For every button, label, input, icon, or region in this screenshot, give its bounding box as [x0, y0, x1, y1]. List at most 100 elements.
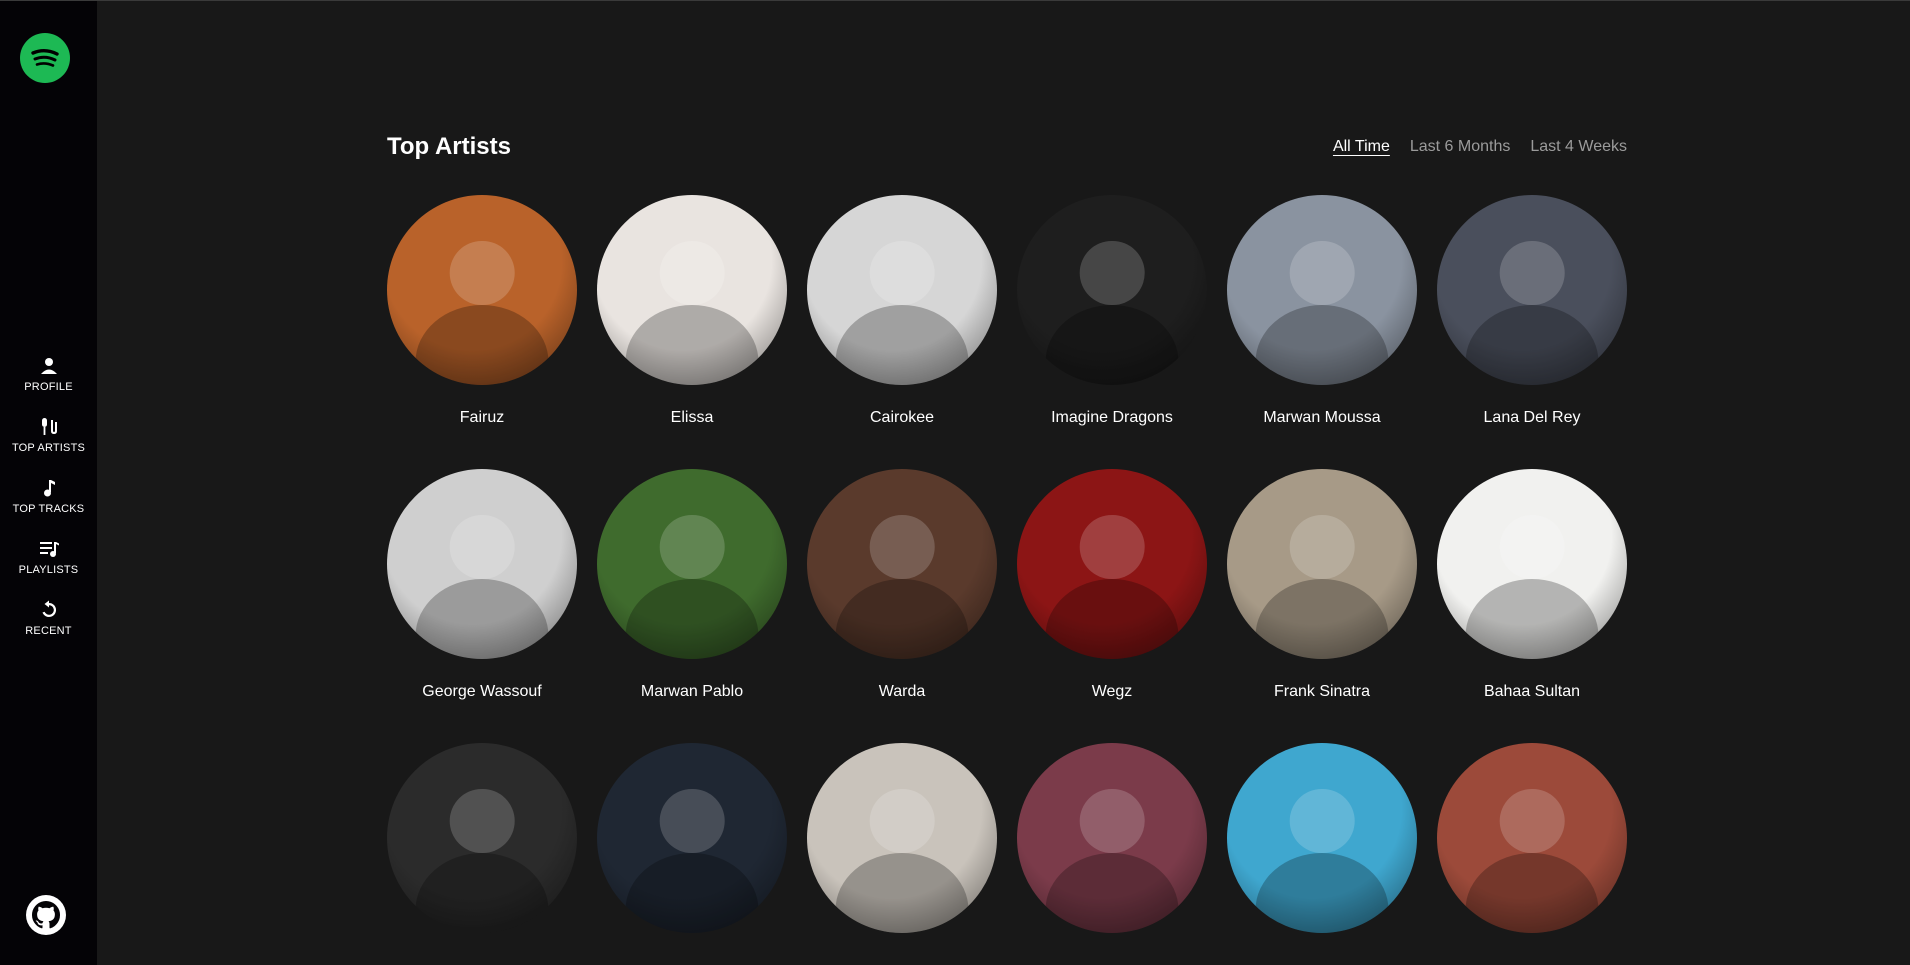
artist-silhouette-body	[625, 579, 759, 659]
artist-image	[1437, 469, 1627, 659]
artist-silhouette-body	[835, 579, 969, 659]
spotify-logo-icon[interactable]	[20, 33, 70, 83]
artist-name: Marwan Moussa	[1263, 409, 1381, 426]
artist-image	[1017, 469, 1207, 659]
artist-card[interactable]	[1437, 743, 1627, 957]
artist-name: Marwan Pablo	[640, 683, 744, 700]
artist-card[interactable]	[1227, 743, 1417, 957]
artist-silhouette-head	[1499, 788, 1565, 854]
artist-card[interactable]	[597, 743, 787, 957]
range-all-time-button[interactable]: All Time	[1333, 138, 1390, 156]
page-title: Top Artists	[387, 133, 511, 160]
spotify-waves-icon	[31, 49, 59, 67]
artist-silhouette-body	[1465, 853, 1599, 933]
artist-silhouette-head	[1079, 240, 1145, 306]
artist-silhouette-body	[1255, 305, 1389, 385]
artist-image	[387, 195, 577, 385]
artist-image	[1017, 195, 1207, 385]
artist-silhouette-head	[869, 240, 935, 306]
artist-name: Wegz	[1091, 683, 1133, 700]
artist-silhouette-head	[659, 514, 725, 580]
artist-image	[597, 469, 787, 659]
page-header: Top Artists All Time Last 6 Months Last …	[387, 131, 1627, 163]
range-last-6-months-button[interactable]: Last 6 Months	[1410, 138, 1511, 156]
user-icon	[40, 358, 57, 374]
sidebar: PROFILE TOP ARTISTS TOP TRACKS PLAYLISTS…	[0, 1, 97, 965]
artist-silhouette-body	[1255, 579, 1389, 659]
artist-silhouette-body	[1045, 579, 1179, 659]
artist-silhouette-head	[869, 514, 935, 580]
history-icon	[42, 600, 56, 617]
nav-recent-label: RECENT	[25, 625, 72, 637]
artist-card[interactable]	[387, 743, 577, 957]
artist-image	[1227, 469, 1417, 659]
sidebar-nav: PROFILE TOP ARTISTS TOP TRACKS PLAYLISTS…	[0, 344, 97, 649]
artist-image	[597, 743, 787, 933]
github-octocat-icon	[31, 901, 61, 929]
artist-silhouette-body	[625, 305, 759, 385]
artist-silhouette-head	[1289, 788, 1355, 854]
nav-top-tracks[interactable]: TOP TRACKS	[0, 466, 97, 527]
artist-card[interactable]	[807, 743, 997, 957]
artist-silhouette-head	[1079, 514, 1145, 580]
artist-card[interactable]: George Wassouf	[387, 469, 577, 701]
artist-image	[807, 743, 997, 933]
artist-card[interactable]: Cairokee	[807, 195, 997, 427]
artist-silhouette-body	[625, 853, 759, 933]
artist-silhouette-body	[415, 579, 549, 659]
artist-card[interactable]	[1017, 743, 1207, 957]
artist-silhouette-head	[869, 788, 935, 854]
artist-card[interactable]: Elissa	[597, 195, 787, 427]
artist-card[interactable]: Bahaa Sultan	[1437, 469, 1627, 701]
artist-silhouette-head	[1289, 514, 1355, 580]
artist-image	[1437, 743, 1627, 933]
artist-image	[1437, 195, 1627, 385]
artist-name: Elissa	[670, 409, 714, 426]
nav-top-artists[interactable]: TOP ARTISTS	[0, 405, 97, 466]
artist-image	[597, 195, 787, 385]
artist-silhouette-body	[835, 305, 969, 385]
artist-name: Bahaa Sultan	[1483, 683, 1581, 700]
artist-silhouette-head	[449, 788, 515, 854]
artist-card[interactable]: Marwan Moussa	[1227, 195, 1417, 427]
artist-silhouette-head	[659, 240, 725, 306]
nav-profile[interactable]: PROFILE	[0, 344, 97, 405]
artist-silhouette-head	[1499, 240, 1565, 306]
artist-silhouette-head	[1289, 240, 1355, 306]
artist-name: Fairuz	[459, 409, 505, 426]
artist-silhouette-head	[449, 240, 515, 306]
artist-image	[387, 469, 577, 659]
nav-playlists[interactable]: PLAYLISTS	[0, 527, 97, 588]
artist-grid: Fairuz Elissa Cairokee Imagine Dragons Marwa…	[387, 195, 1627, 957]
main-content: Top Artists All Time Last 6 Months Last …	[97, 1, 1910, 965]
nav-top-tracks-label: TOP TRACKS	[12, 503, 85, 515]
artist-card[interactable]: Wegz	[1017, 469, 1207, 701]
github-icon[interactable]	[26, 895, 66, 935]
artist-card[interactable]: Fairuz	[387, 195, 577, 427]
artist-name: Cairokee	[869, 409, 935, 426]
artist-silhouette-body	[1465, 579, 1599, 659]
artist-card[interactable]: Marwan Pablo	[597, 469, 787, 701]
range-last-4-weeks-button[interactable]: Last 4 Weeks	[1530, 138, 1627, 156]
artist-name: Warda	[878, 683, 926, 700]
artist-silhouette-body	[415, 305, 549, 385]
artist-card[interactable]: Warda	[807, 469, 997, 701]
artist-card[interactable]: Lana Del Rey	[1437, 195, 1627, 427]
nav-profile-label: PROFILE	[24, 381, 73, 393]
nav-top-artists-label: TOP ARTISTS	[11, 442, 86, 454]
artist-name: Lana Del Rey	[1483, 409, 1581, 426]
music-note-icon	[43, 480, 55, 497]
artist-card[interactable]: Imagine Dragons	[1017, 195, 1207, 427]
artist-image	[1227, 195, 1417, 385]
artist-card[interactable]: Frank Sinatra	[1227, 469, 1417, 701]
time-range-tabs: All Time Last 6 Months Last 4 Weeks	[1333, 138, 1627, 156]
artist-silhouette-head	[1079, 788, 1145, 854]
microphone-icon	[41, 418, 57, 435]
artist-silhouette-body	[415, 853, 549, 933]
nav-recent[interactable]: RECENT	[0, 588, 97, 649]
artist-silhouette-head	[659, 788, 725, 854]
artist-silhouette-body	[835, 853, 969, 933]
artist-silhouette-body	[1255, 853, 1389, 933]
artist-silhouette-head	[449, 514, 515, 580]
artist-silhouette-body	[1465, 305, 1599, 385]
